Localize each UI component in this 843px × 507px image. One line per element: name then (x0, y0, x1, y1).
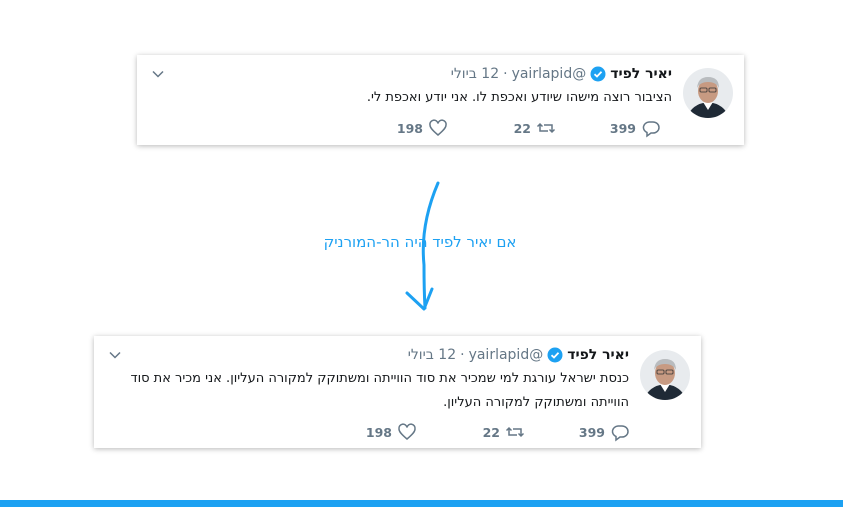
bottom-accent-bar (0, 500, 843, 507)
retweet-button[interactable]: 22 (448, 118, 556, 138)
user-handle[interactable]: @yairlapid (512, 64, 587, 84)
retweet-count: 22 (482, 424, 500, 440)
tweet-text: כנסת ישראל עורגת למי שמכיר את סוד הוויית… (130, 371, 629, 410)
heart-icon (429, 119, 447, 136)
like-button[interactable]: 198 (366, 422, 417, 442)
retweet-icon (536, 122, 556, 134)
avatar[interactable] (683, 68, 733, 118)
user-handle[interactable]: @yairlapid (469, 345, 544, 365)
heart-icon (398, 423, 416, 440)
chevron-down-icon[interactable] (108, 347, 122, 361)
retweet-count: 22 (513, 120, 531, 136)
like-count: 198 (396, 120, 423, 136)
separator-dot: · (503, 66, 508, 82)
reply-button[interactable]: 399 (556, 118, 661, 138)
reply-icon (611, 425, 629, 442)
tweet-text: הציבור רוצה מישהו שיודע ואכפת לו. אני יו… (366, 90, 672, 105)
verified-badge-icon (590, 66, 606, 82)
reply-button[interactable]: 399 (525, 422, 630, 442)
tweet-card-original: יאיר לפיד @yairlapid · 12 ביולי הציבור ר… (137, 55, 744, 145)
display-name[interactable]: יאיר לפיד (567, 345, 629, 365)
retweet-icon (505, 426, 525, 438)
reply-icon (642, 121, 660, 138)
avatar[interactable] (640, 350, 690, 400)
tweet-header: יאיר לפיד @yairlapid · 12 ביולי (108, 345, 629, 365)
reply-count: 399 (609, 120, 636, 136)
tweet-header: יאיר לפיד @yairlapid · 12 ביולי (151, 64, 672, 84)
like-count: 198 (365, 424, 392, 440)
tweet-date[interactable]: 12 ביולי (451, 64, 499, 84)
caption-text: אם יאיר לפיד היה הר-המורניק (323, 233, 517, 251)
retweet-button[interactable]: 22 (417, 422, 525, 442)
reply-count: 399 (578, 424, 605, 440)
like-button[interactable]: 198 (397, 118, 448, 138)
tweet-actions: 399 22 198 (397, 118, 661, 138)
display-name[interactable]: יאיר לפיד (610, 64, 672, 84)
tweet-date[interactable]: 12 ביולי (408, 345, 456, 365)
tweet-actions: 399 22 198 (366, 422, 630, 442)
separator-dot: · (460, 347, 465, 363)
verified-badge-icon (547, 347, 563, 363)
chevron-down-icon[interactable] (151, 66, 165, 80)
tweet-card-parody: יאיר לפיד @yairlapid · 12 ביולי כנסת ישר… (94, 336, 701, 448)
